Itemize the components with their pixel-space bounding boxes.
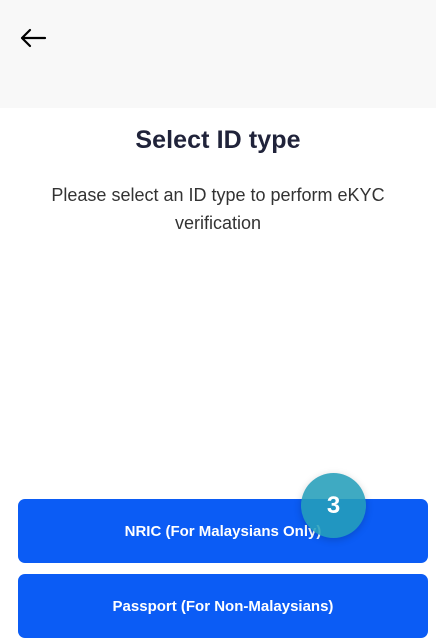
back-button[interactable] (16, 24, 50, 52)
passport-button[interactable]: Passport (For Non-Malaysians) (18, 574, 428, 638)
nric-button-label: NRIC (For Malaysians Only) (124, 522, 322, 540)
top-bar (0, 0, 436, 108)
arrow-left-icon (20, 28, 47, 48)
step-number: 3 (326, 491, 341, 519)
page-subtitle: Please select an ID type to perform eKYC… (51, 185, 385, 233)
nric-button[interactable]: NRIC (For Malaysians Only) (18, 499, 428, 563)
passport-button-label: Passport (For Non-Malaysians) (112, 597, 334, 615)
step-badge: 3 (301, 473, 366, 538)
page-title: Select ID type (135, 126, 301, 154)
